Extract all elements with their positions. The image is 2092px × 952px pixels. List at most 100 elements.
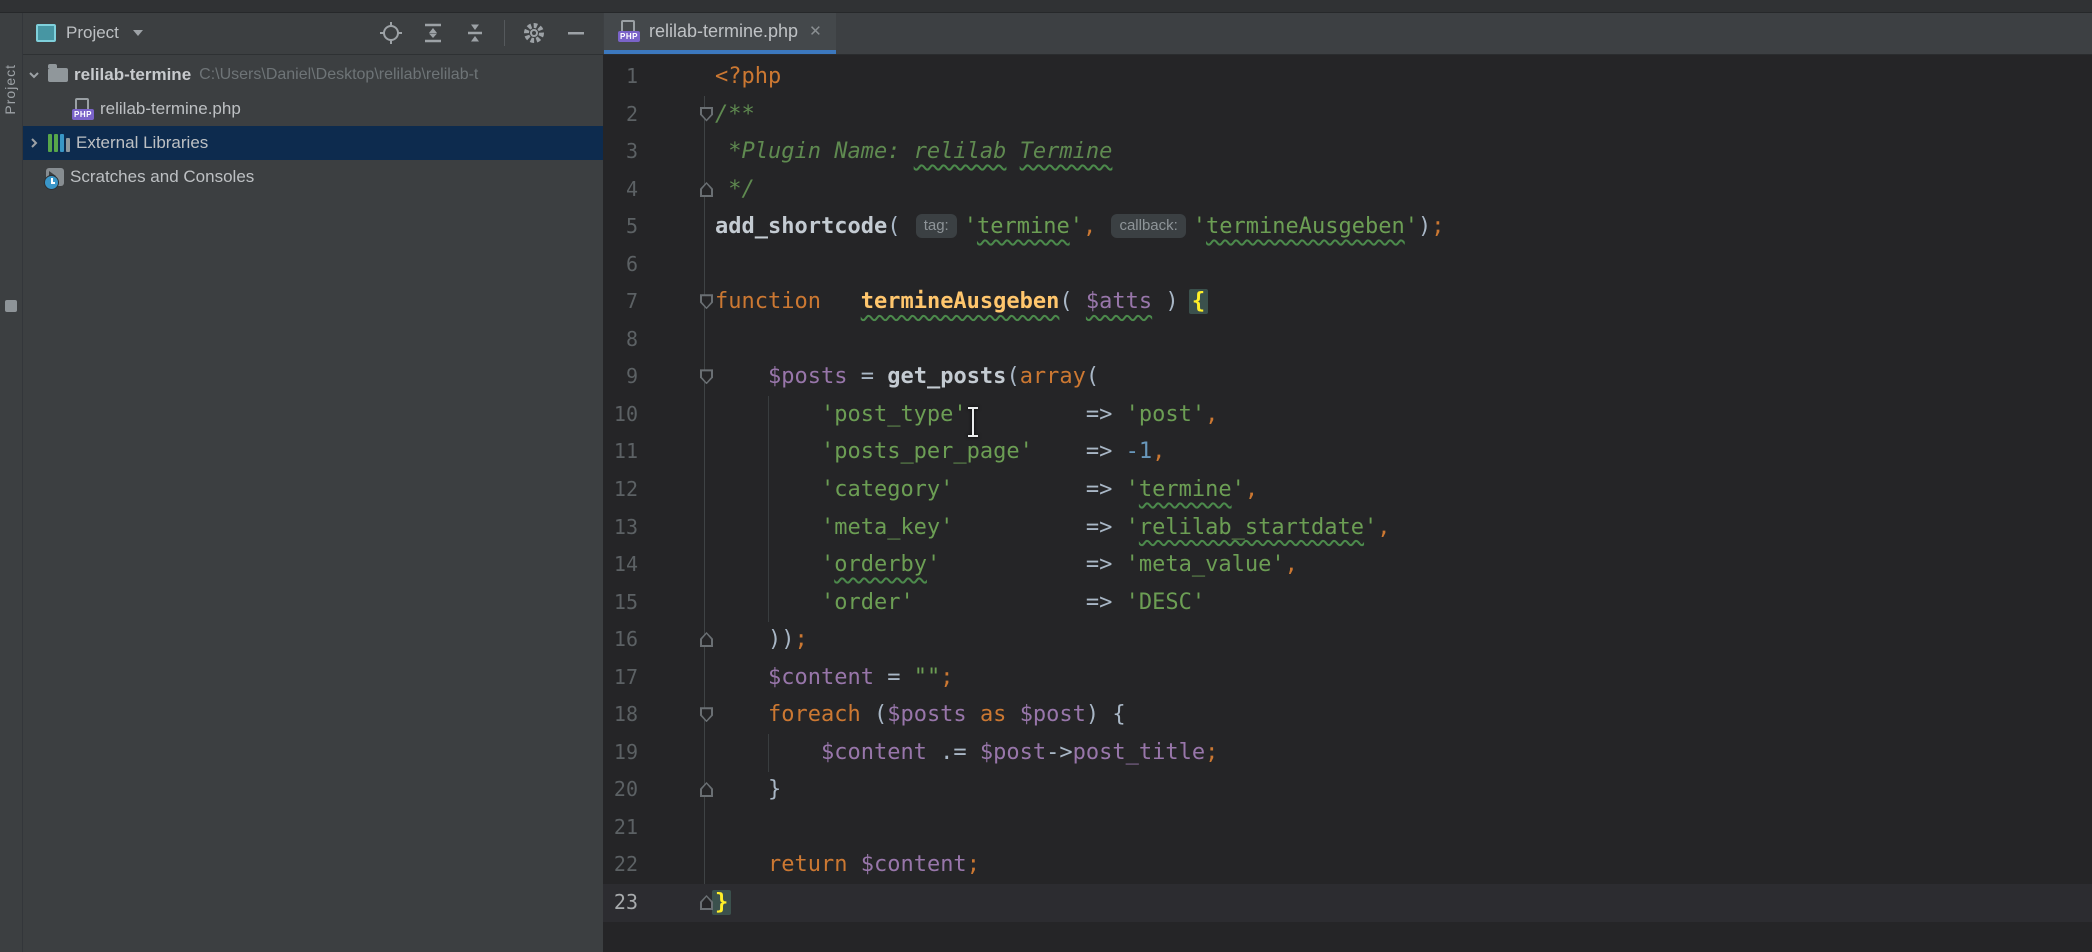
php-file-icon: PHP xyxy=(618,20,640,42)
code-token: */ xyxy=(715,177,755,202)
code-line[interactable]: 4 */ xyxy=(603,171,2092,209)
line-number: 21 xyxy=(603,809,638,847)
code-line[interactable]: 5add_shortcode( tag:'termine', callback:… xyxy=(603,208,2092,246)
window-top-strip xyxy=(0,0,2092,13)
code-text: } xyxy=(715,884,2092,922)
chevron-right-icon[interactable] xyxy=(26,135,42,151)
code-token: , xyxy=(1152,439,1165,464)
code-token xyxy=(715,665,768,690)
tree-item-php-file[interactable]: PHP relilab-termine.php xyxy=(22,92,603,126)
line-number: 14 xyxy=(603,546,638,584)
code-token xyxy=(821,289,861,314)
collapse-all-button[interactable] xyxy=(462,20,488,46)
fold-end-icon[interactable] xyxy=(700,782,713,797)
code-token xyxy=(715,477,821,502)
code-token: $content xyxy=(821,740,927,765)
code-token xyxy=(715,552,821,577)
code-text: 'order' => 'DESC' xyxy=(715,584,2092,622)
fold-end-icon[interactable] xyxy=(700,632,713,647)
fold-start-icon[interactable] xyxy=(700,707,713,722)
tree-item-project-root[interactable]: relilab-termine C:\Users\Daniel\Desktop\… xyxy=(22,58,603,92)
code-line[interactable]: 21 xyxy=(603,809,2092,847)
tool-window-stripe-icon[interactable] xyxy=(5,300,17,312)
code-token xyxy=(940,552,1086,577)
fold-start-icon[interactable] xyxy=(700,369,713,384)
line-number: 9 xyxy=(603,358,638,396)
code-token: 'DESC' xyxy=(1126,590,1205,615)
settings-button[interactable] xyxy=(521,20,547,46)
code-line[interactable]: 15 'order' => 'DESC' xyxy=(603,584,2092,622)
code-text: } xyxy=(715,771,2092,809)
fold-end-icon[interactable] xyxy=(700,182,713,197)
line-number: 1 xyxy=(603,58,638,96)
code-line[interactable]: 7function termineAusgeben( $atts ) { xyxy=(603,283,2092,321)
code-token: 'category' xyxy=(821,477,953,502)
code-line[interactable]: 13 'meta_key' => 'relilab_startdate', xyxy=(603,509,2092,547)
code-token: 'post_type' xyxy=(821,402,967,427)
code-line[interactable]: 23} xyxy=(603,884,2092,922)
line-number: 22 xyxy=(603,846,638,884)
chevron-down-icon[interactable] xyxy=(26,67,42,83)
code-token: ; xyxy=(794,627,807,652)
code-line[interactable]: 8 xyxy=(603,321,2092,359)
code-token: , xyxy=(1083,214,1096,239)
tree-item-path: C:\Users\Daniel\Desktop\relilab\relilab-… xyxy=(199,66,478,84)
code-line[interactable]: 19 $content .= $post->post_title; xyxy=(603,734,2092,772)
code-text: $posts = get_posts(array( xyxy=(715,358,2092,396)
code-line[interactable]: 12 'category' => 'termine', xyxy=(603,471,2092,509)
code-line[interactable]: 11 'posts_per_page' => -1, xyxy=(603,433,2092,471)
chevron-down-icon[interactable] xyxy=(133,30,143,36)
code-token: ( xyxy=(1059,289,1086,314)
code-token: => xyxy=(1086,477,1126,502)
code-token: get_posts xyxy=(887,364,1006,389)
code-token: 'meta_value' xyxy=(1126,552,1285,577)
tree-item-scratches[interactable]: Scratches and Consoles xyxy=(22,160,603,194)
code-line[interactable]: 16 )); xyxy=(603,621,2092,659)
code-text: 'meta_key' => 'relilab_startdate', xyxy=(715,509,2092,547)
tool-window-button-project[interactable]: Project xyxy=(2,64,18,115)
locate-file-button[interactable] xyxy=(378,20,404,46)
code-token xyxy=(967,402,1086,427)
code-line[interactable]: 14 'orderby' => 'meta_value', xyxy=(603,546,2092,584)
code-token: $content xyxy=(861,852,967,877)
code-token xyxy=(715,402,821,427)
code-editor[interactable]: 1<?php2/**3 *Plugin Name: relilab Termin… xyxy=(603,55,2092,952)
code-lines: 1<?php2/**3 *Plugin Name: relilab Termin… xyxy=(603,58,2092,922)
code-line[interactable]: 2/** xyxy=(603,96,2092,134)
code-line[interactable]: 10 'post_type' => 'post', xyxy=(603,396,2092,434)
close-icon[interactable]: ✕ xyxy=(809,22,822,40)
expand-all-button[interactable] xyxy=(420,20,446,46)
code-line[interactable]: 22 return $content; xyxy=(603,846,2092,884)
code-token xyxy=(967,702,980,727)
code-line[interactable]: 9 $posts = get_posts(array( xyxy=(603,358,2092,396)
code-token: = xyxy=(847,364,887,389)
code-token: , xyxy=(1245,477,1258,502)
code-token: ' xyxy=(1126,477,1139,502)
hide-panel-button[interactable] xyxy=(563,20,589,46)
tab-relilab-termine-php[interactable]: PHP relilab-termine.php ✕ xyxy=(604,12,836,54)
code-line[interactable]: 3 *Plugin Name: relilab Termine xyxy=(603,133,2092,171)
code-line[interactable]: 17 $content = ""; xyxy=(603,659,2092,697)
code-token xyxy=(847,852,860,877)
code-line[interactable]: 1<?php xyxy=(603,58,2092,96)
code-line[interactable]: 6 xyxy=(603,246,2092,284)
code-text: add_shortcode( tag:'termine', callback:'… xyxy=(715,208,2092,246)
project-panel-title[interactable]: Project xyxy=(66,23,119,43)
code-token: 'posts_per_page' xyxy=(821,439,1033,464)
tree-item-label: relilab-termine.php xyxy=(100,99,241,119)
code-token: ' xyxy=(927,552,940,577)
code-text: /** xyxy=(715,96,2092,134)
code-line[interactable]: 20 } xyxy=(603,771,2092,809)
code-line[interactable]: 18 foreach ($posts as $post) { xyxy=(603,696,2092,734)
tool-window-stripe: Project xyxy=(0,12,23,952)
code-token: "" xyxy=(914,665,941,690)
code-token: relilab xyxy=(914,139,1007,164)
parameter-hint: tag: xyxy=(916,214,957,238)
fold-start-icon[interactable] xyxy=(700,294,713,309)
fold-start-icon[interactable] xyxy=(700,107,713,122)
parameter-hint: callback: xyxy=(1111,214,1185,238)
code-token: ; xyxy=(940,665,953,690)
code-token: => xyxy=(1086,515,1126,540)
tree-item-external-libraries[interactable]: External Libraries xyxy=(22,126,603,160)
project-panel-header: Project xyxy=(22,12,603,55)
